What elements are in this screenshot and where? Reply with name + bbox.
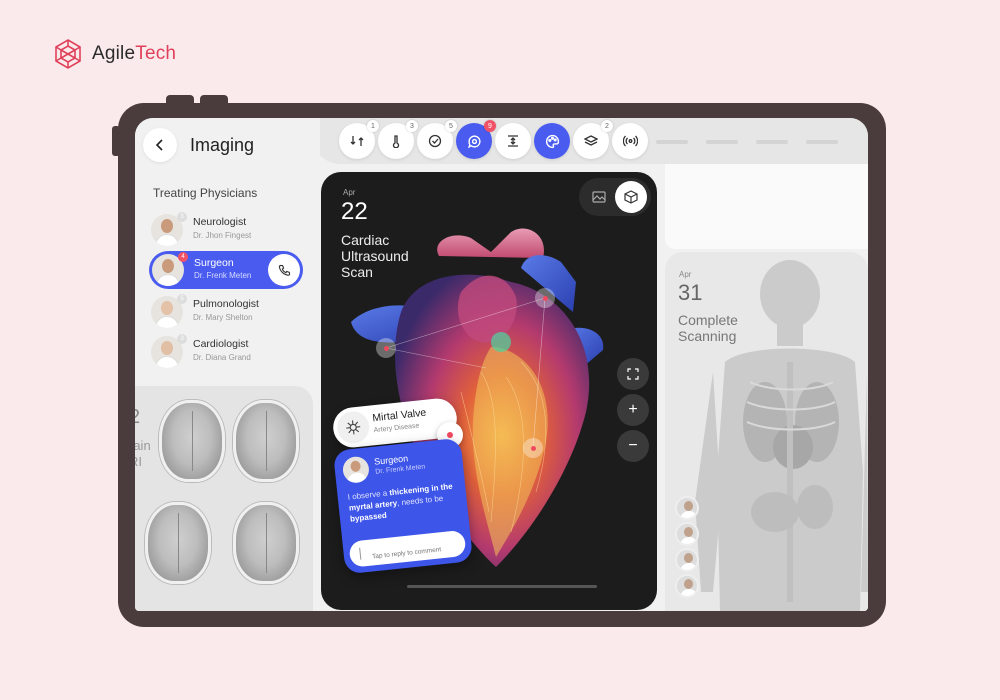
avatar — [341, 455, 371, 485]
image-view-icon[interactable] — [591, 189, 607, 205]
text-height-icon — [508, 135, 518, 147]
home-indicator — [407, 585, 597, 588]
physician-name: Dr. Jhon Fingest — [193, 231, 252, 240]
heart-marker[interactable] — [376, 338, 396, 358]
brand-logo: AgileTech — [52, 38, 176, 70]
chevron-left-icon — [155, 139, 163, 151]
tool-palette-button[interactable] — [534, 123, 570, 159]
mri-slice — [233, 502, 299, 584]
tool-badge: 3 — [406, 120, 418, 132]
call-button[interactable] — [268, 254, 300, 286]
device-side-button — [112, 126, 120, 156]
scan-day: 31 — [678, 280, 703, 305]
physician-name: Dr. Frenk Meten — [194, 271, 252, 280]
back-button[interactable] — [143, 128, 177, 162]
transfer-icon — [350, 136, 364, 146]
brain-mri-card[interactable]: 2 rain RI — [135, 386, 313, 611]
page-title: Imaging — [190, 135, 255, 155]
avatar[interactable] — [675, 522, 699, 546]
physicians-title: Treating Physicians — [153, 186, 258, 200]
tool-check-button[interactable]: 5 — [417, 120, 457, 159]
physician-role: Cardiologist — [193, 338, 249, 350]
tool-transfer-button[interactable]: 1 — [339, 120, 379, 159]
physician-count-badge: 3 — [177, 212, 187, 222]
valve-icon — [346, 420, 361, 435]
thermometer-icon — [392, 135, 400, 148]
brand-name-2: Tech — [135, 43, 177, 64]
physician-role: Pulmonologist — [193, 298, 259, 310]
3d-cube-icon — [624, 190, 638, 204]
expand-icon — [627, 368, 639, 380]
mri-day: 2 — [135, 406, 140, 429]
mri-title-line2: RI — [135, 454, 142, 469]
scan-title: Cardiac Ultrasound Scan — [341, 232, 409, 280]
tool-badge: 1 — [367, 120, 379, 132]
phone-icon — [278, 264, 290, 276]
valve-subtitle: Artery Disease — [373, 422, 420, 435]
tool-comments-button[interactable]: 9 — [456, 120, 496, 159]
heart-marker[interactable] — [535, 288, 555, 308]
full-body-scan-card[interactable]: Apr 31 Complete Scanning — [665, 252, 868, 611]
physician-count-badge: 4 — [178, 252, 188, 262]
avatar[interactable] — [675, 574, 699, 598]
tool-badge: 9 — [484, 120, 496, 132]
brand-name-1: Agile — [92, 43, 136, 64]
physician-item-cardiologist[interactable]: 3 Cardiologist Dr. Diana Grand — [151, 334, 301, 370]
avatar[interactable] — [675, 548, 699, 572]
mri-slice — [159, 400, 225, 482]
scan-title: Complete Scanning — [678, 312, 738, 344]
physician-count-badge: 5 — [177, 294, 187, 304]
reply-input[interactable] — [348, 529, 467, 568]
chat-search-icon — [467, 135, 481, 148]
heart-marker[interactable] — [523, 438, 543, 458]
physician-role: Surgeon — [194, 257, 234, 269]
palette-icon — [545, 134, 559, 148]
zoom-in-button[interactable]: + — [617, 394, 649, 426]
mri-slice — [233, 400, 299, 482]
physician-item-surgeon[interactable]: 4 Surgeon Dr. Frenk Meten — [149, 251, 303, 289]
tool-temperature-button[interactable]: 3 — [378, 120, 418, 159]
physician-item-pulmonologist[interactable]: 5 Pulmonologist Dr. Mary Shelton — [151, 294, 301, 330]
right-top-panel — [665, 164, 868, 249]
tablet-screen: Imaging 1 3 5 9 2 Treating Physicians 3 … — [135, 118, 868, 611]
view-toggle — [579, 178, 651, 216]
3d-view-button[interactable] — [615, 181, 647, 213]
physician-name: Dr. Mary Shelton — [193, 313, 253, 322]
geodesic-globe-icon — [55, 39, 81, 69]
mri-slice — [145, 502, 211, 584]
zoom-out-button[interactable]: − — [617, 430, 649, 462]
check-circle-icon — [428, 134, 442, 148]
layers-icon — [584, 135, 598, 146]
physician-name: Dr. Diana Grand — [193, 353, 251, 362]
scan-month: Apr — [343, 188, 356, 197]
tool-layers-button[interactable]: 2 — [573, 120, 613, 159]
broadcast-icon — [622, 135, 638, 147]
tool-text-height-button[interactable] — [495, 123, 531, 159]
comment-card: Surgeon Dr. Frenk Meten I observe a thic… — [332, 437, 474, 575]
scan-month: Apr — [679, 270, 692, 279]
tool-broadcast-button[interactable] — [612, 123, 648, 159]
physician-count-badge: 3 — [177, 334, 187, 344]
comment-text: I observe a thickening in the myrtal art… — [347, 481, 454, 524]
physician-item-neurologist[interactable]: 3 Neurologist Dr. Jhon Fingest — [151, 212, 301, 248]
mri-title-line1: rain — [135, 438, 151, 453]
tool-badge: 5 — [445, 120, 457, 132]
physician-role: Neurologist — [193, 216, 247, 228]
scan-day: 22 — [341, 198, 368, 225]
fullscreen-button[interactable] — [617, 358, 649, 390]
tool-badge: 2 — [601, 120, 613, 132]
avatar[interactable] — [675, 496, 699, 520]
